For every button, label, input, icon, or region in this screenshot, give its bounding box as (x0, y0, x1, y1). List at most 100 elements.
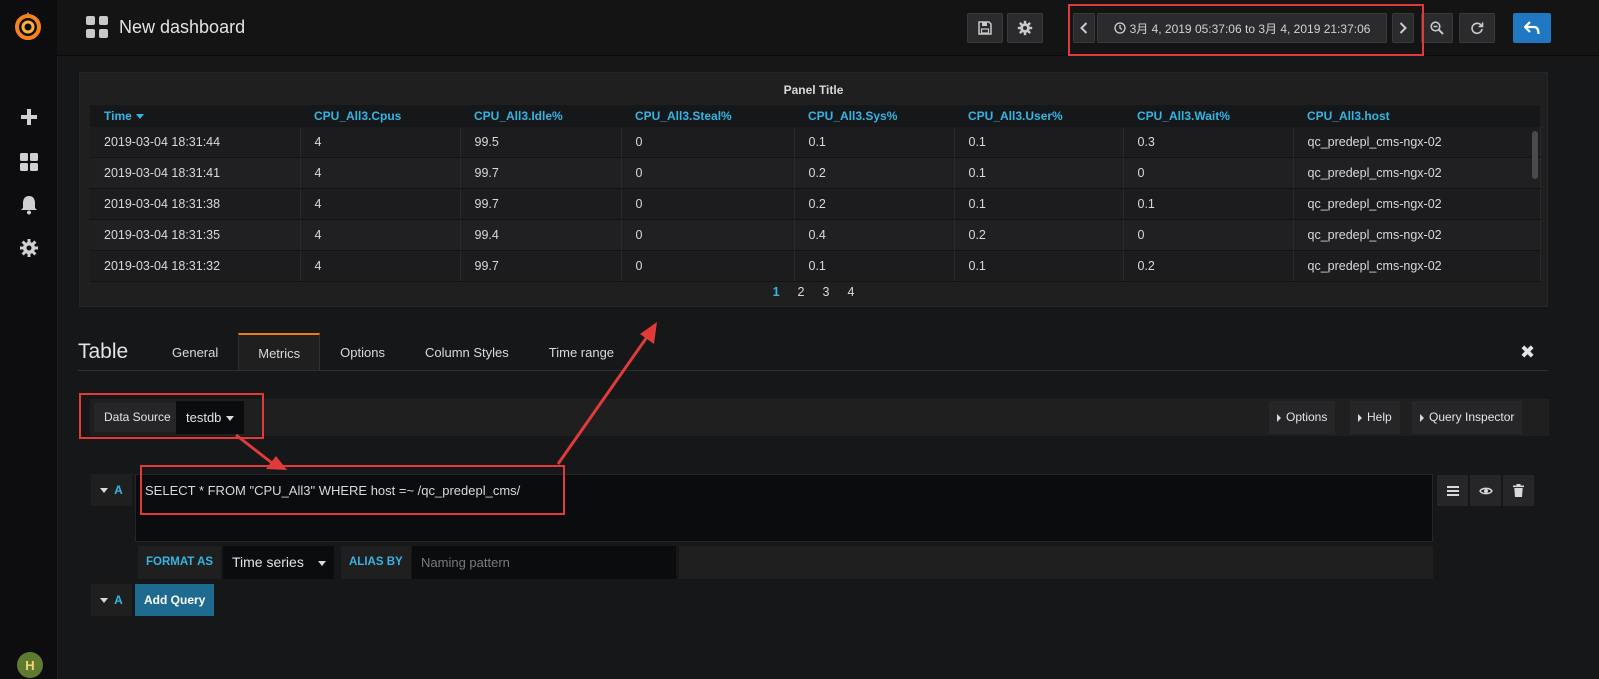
plus-icon[interactable] (16, 104, 42, 130)
caret-right-icon (1358, 413, 1362, 422)
save-button[interactable] (967, 13, 1003, 43)
page-link-4[interactable]: 4 (847, 285, 854, 299)
dashboard-settings-button[interactable] (1007, 13, 1043, 43)
cell-sys: 0.2 (794, 157, 955, 189)
cell-idle: 99.7 (460, 157, 622, 189)
table-row: 2019-03-04 18:31:41 4 99.7 0 0.2 0.1 0 qc_prede… (90, 157, 1541, 189)
caret-right-icon (1277, 413, 1281, 422)
refresh-button[interactable] (1459, 13, 1495, 43)
clock-icon (1113, 22, 1126, 34)
cell-steal: 0 (621, 127, 795, 158)
column-header-time[interactable]: Time (90, 105, 300, 127)
page-link-2[interactable]: 2 (798, 285, 805, 299)
column-header-cpus[interactable]: CPU_All3.Cpus (300, 105, 460, 127)
table-row: 2019-03-04 18:31:35 4 99.4 0 0.4 0.2 0 qc_prede… (90, 219, 1541, 251)
sidebar: H (0, 0, 58, 679)
cell-time: 2019-03-04 18:31:41 (90, 157, 301, 189)
cell-user: 0.2 (954, 219, 1124, 251)
annotation-arrowhead-query (266, 456, 287, 470)
data-source-select[interactable]: testdb (176, 401, 245, 434)
cell-sys: 0.1 (794, 127, 955, 158)
chevron-right-icon (1399, 22, 1407, 34)
column-header-host[interactable]: CPU_All3.host (1293, 105, 1540, 127)
tab-column-styles[interactable]: Column Styles (405, 333, 529, 371)
time-range-picker[interactable]: 3月 4, 2019 05:37:06 to 3月 4, 2019 21:37:… (1097, 13, 1387, 43)
query-menu-button[interactable] (1437, 475, 1468, 506)
hamburger-menu-icon (1446, 485, 1459, 496)
query-row-toggle[interactable]: A (91, 474, 132, 506)
cell-time: 2019-03-04 18:31:38 (90, 188, 301, 220)
cell-time: 2019-03-04 18:31:44 (90, 127, 301, 158)
column-header-idle[interactable]: CPU_All3.Idle% (460, 105, 621, 127)
data-source-label: Data Source (94, 403, 181, 432)
cell-user: 0.1 (954, 127, 1124, 158)
column-header-steal[interactable]: CPU_All3.Steal% (621, 105, 794, 127)
cell-idle: 99.7 (460, 250, 622, 282)
delete-query-button[interactable] (1503, 475, 1534, 506)
cell-time: 2019-03-04 18:31:35 (90, 219, 301, 251)
tab-time-range[interactable]: Time range (529, 333, 634, 371)
alias-by-input[interactable]: Naming pattern (412, 546, 676, 579)
chevron-left-icon (1080, 22, 1088, 34)
query-text-editor[interactable]: SELECT * FROM "CPU_All3" WHERE host =~ /… (135, 474, 1433, 542)
dashboard-title[interactable]: New dashboard (119, 17, 245, 38)
time-shift-back-button[interactable] (1073, 13, 1095, 43)
table-header-row: Time CPU_All3.Cpus CPU_All3.Idle% CPU_Al… (90, 105, 1540, 127)
add-query-button[interactable]: Add Query (135, 584, 215, 616)
annotation-arrowhead-panel (640, 322, 657, 344)
options-label: Options (1286, 410, 1328, 424)
bell-icon[interactable] (16, 192, 42, 218)
zoom-out-icon (1430, 21, 1444, 35)
time-range-text: 3月 4, 2019 05:37:06 to 3月 4, 2019 21:37:… (1129, 21, 1371, 36)
new-query-row-toggle[interactable]: A (91, 584, 132, 616)
tab-metrics[interactable]: Metrics (238, 333, 321, 371)
cell-time: 2019-03-04 18:31:32 (90, 250, 301, 282)
help-toggle-button[interactable]: Help (1350, 401, 1400, 434)
dashboard-grid-icon (86, 16, 108, 38)
zoom-out-button[interactable] (1421, 13, 1453, 43)
format-as-label: FORMAT AS (138, 546, 222, 579)
dashboards-icon[interactable] (16, 149, 42, 175)
tab-options[interactable]: Options (320, 333, 405, 371)
cell-wait: 0.1 (1123, 188, 1294, 220)
data-table: Time CPU_All3.Cpus CPU_All3.Idle% CPU_Al… (90, 105, 1541, 282)
refresh-icon (1471, 22, 1484, 35)
cell-host: qc_predepl_cms-ngx-02 (1293, 219, 1541, 251)
table-row: 2019-03-04 18:31:44 4 99.5 0 0.1 0.1 0.3 qc_pre… (90, 127, 1541, 158)
collapse-caret-icon (100, 487, 109, 493)
table-scrollbar[interactable] (1532, 131, 1538, 179)
tab-general[interactable]: General (152, 333, 238, 371)
grafana-logo-icon[interactable] (12, 10, 44, 42)
cell-host: qc_predepl_cms-ngx-02 (1293, 127, 1541, 158)
toggle-query-visibility-button[interactable] (1470, 475, 1501, 506)
close-editor-icon[interactable]: ✖ (1520, 342, 1535, 363)
tabs-divider (78, 370, 1548, 371)
gear-icon[interactable] (16, 235, 42, 261)
page-link-1[interactable]: 1 (773, 285, 780, 299)
time-shift-forward-button[interactable] (1392, 13, 1414, 43)
query-inspector-button[interactable]: Query Inspector (1412, 401, 1523, 434)
column-header-wait[interactable]: CPU_All3.Wait% (1123, 105, 1293, 127)
page-link-3[interactable]: 3 (823, 285, 830, 299)
cell-sys: 0.1 (794, 250, 955, 282)
eye-icon (1478, 487, 1493, 494)
avatar[interactable]: H (17, 652, 43, 678)
annotation-arrow-to-query (235, 433, 273, 465)
cell-steal: 0 (621, 219, 795, 251)
column-header-sys[interactable]: CPU_All3.Sys% (794, 105, 954, 127)
table-row: 2019-03-04 18:31:32 4 99.7 0 0.1 0.1 0.2 qc_pre… (90, 250, 1541, 282)
format-as-select[interactable]: Time series (223, 546, 334, 579)
cell-wait: 0.3 (1123, 127, 1294, 158)
cell-steal: 0 (621, 250, 795, 282)
query-ref-id: A (114, 483, 123, 497)
alias-by-label: ALIAS BY (341, 546, 411, 579)
column-header-user[interactable]: CPU_All3.User% (954, 105, 1123, 127)
cell-idle: 99.7 (460, 188, 622, 220)
editor-tabs: General Metrics Options Column Styles Ti… (152, 333, 634, 371)
options-toggle-button[interactable]: Options (1269, 401, 1336, 434)
caret-down-icon (318, 561, 326, 566)
back-to-dashboard-button[interactable] (1513, 13, 1551, 43)
table-panel: Panel Title Time CPU_All3.Cpus CPU_All3.… (79, 72, 1548, 307)
query-inspector-label: Query Inspector (1429, 410, 1515, 424)
panel-title[interactable]: Panel Title (80, 83, 1547, 97)
